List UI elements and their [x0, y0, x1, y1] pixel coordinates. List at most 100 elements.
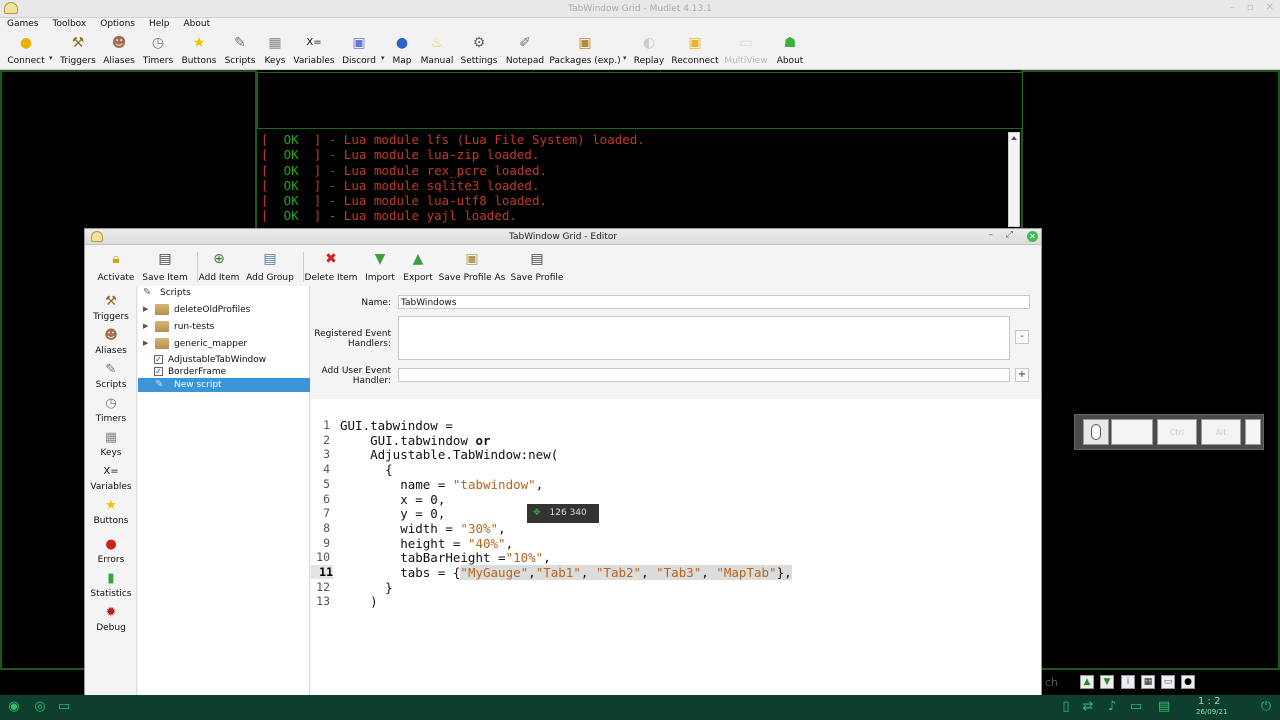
menu-toolbox[interactable]: Toolbox	[45, 18, 93, 32]
console-line: [ OK ] - Lua module lua-utf8 loaded.	[261, 193, 547, 209]
sidebar-item-statistics[interactable]: ▮ Statistics	[85, 571, 137, 599]
menu-help[interactable]: Help	[142, 18, 177, 32]
reconnect-icon: ▣	[688, 35, 702, 51]
add-item-icon: ⊕	[213, 251, 225, 267]
keyboard-key[interactable]	[1245, 419, 1261, 445]
menu-games[interactable]: Games	[0, 18, 45, 32]
settings-button[interactable]: ⚙ Settings	[453, 34, 505, 66]
expand-arrow-icon[interactable]: ▶	[143, 322, 148, 330]
notification-icon[interactable]: ▤	[1156, 699, 1172, 715]
tree-item[interactable]: ▶ run-tests	[138, 320, 310, 334]
console-scrollbar[interactable]	[1008, 132, 1020, 227]
alien-icon[interactable]: ●	[1181, 675, 1195, 689]
taskbar: ◉ ◎ ▭ ▯ ⇄ ♪ ▭ ▤ 1 : 2 26/09/21 ⏻	[0, 695, 1280, 720]
code-line: 9 height = "40%",	[323, 535, 514, 551]
close-icon[interactable]: ✕	[1266, 2, 1274, 13]
reconnect-button[interactable]: ▣ Reconnect	[669, 34, 721, 66]
window-icon[interactable]: ▭	[1161, 675, 1175, 689]
tree-root-scripts[interactable]: ✎ Scripts	[138, 286, 310, 300]
lock-icon: 🔒︎	[112, 251, 120, 267]
up-arrow-icon[interactable]: ▲	[1080, 675, 1094, 689]
keyboard-icon[interactable]: ▦	[1141, 675, 1155, 689]
down-arrow-icon[interactable]: ▼	[1100, 675, 1114, 689]
delete-icon: ✖	[325, 251, 337, 267]
keyboard-key[interactable]	[1111, 419, 1153, 445]
remove-handler-button[interactable]: -	[1015, 330, 1029, 344]
sidebar-item-scripts[interactable]: ✎ Scripts	[85, 362, 137, 390]
tree-item[interactable]: ▶ deleteOldProfiles	[138, 303, 310, 317]
network-icon[interactable]: ⇄	[1080, 699, 1096, 715]
search-fragment: ch	[1045, 676, 1059, 689]
name-field[interactable]: TabWindows	[398, 295, 1030, 309]
maximize-icon[interactable]: ▫	[1247, 2, 1254, 13]
date: 26/09/21	[1196, 708, 1228, 716]
sidebar-item-debug[interactable]: ✹ Debug	[85, 605, 137, 633]
notepad-icon: ✐	[519, 35, 531, 51]
menu-about[interactable]: About	[177, 18, 218, 32]
registered-handlers-list[interactable]	[398, 316, 1010, 360]
bulb-icon: ♨	[430, 35, 444, 51]
notepad-button[interactable]: ✐ Notepad	[499, 34, 551, 66]
about-button[interactable]: ☗ About	[764, 34, 816, 66]
mouse-icon[interactable]	[1083, 419, 1109, 445]
packages-button[interactable]: ▣ Packages (exp.)	[547, 34, 623, 66]
registered-handlers-label: Registered Event Handlers:	[314, 329, 391, 349]
terminal-icon[interactable]: ▭	[56, 699, 72, 715]
ctrl-key[interactable]: Ctrl	[1157, 419, 1197, 445]
add-user-event-input[interactable]	[398, 368, 1010, 382]
code-editor[interactable]: 1 GUI.tabwindow = 2 GUI.tabwindow or 3 Ad…	[311, 399, 1041, 720]
save-profile-button[interactable]: ▤ Save Profile	[502, 250, 572, 283]
battery-icon[interactable]: ▭	[1128, 699, 1144, 715]
save-profile-as-button[interactable]: ▣ Save Profile As	[437, 250, 507, 283]
console-line: [ OK ] - Lua module rex_pcre loaded.	[261, 162, 547, 178]
code-line: 6 x = 0,	[323, 491, 446, 507]
lightbulb-icon: ●	[19, 35, 33, 51]
sidebar-item-buttons[interactable]: ★ Buttons	[85, 498, 137, 526]
menu-options[interactable]: Options	[93, 18, 142, 32]
code-line: 12 }	[316, 579, 393, 595]
sidebar-item-errors[interactable]: ● Errors	[85, 537, 137, 565]
add-group-icon: ▤	[263, 251, 277, 267]
export-icon: ▲	[412, 251, 424, 267]
editor-titlebar[interactable]: TabWindow Grid - Editor – ⤢ ✕	[85, 229, 1041, 245]
expand-arrow-icon[interactable]: ▶	[143, 339, 148, 347]
console-line: [ OK ] - Lua module sqlite3 loaded.	[261, 177, 540, 193]
power-icon[interactable]: ⏻	[1258, 699, 1274, 715]
code-line: 10 tabBarHeight ="10%",	[316, 550, 551, 566]
scripts-icon: ✎	[234, 35, 246, 51]
maximize-icon[interactable]: ⤢	[1006, 230, 1013, 240]
sidebar-item-triggers[interactable]: ⚒ Triggers	[85, 294, 137, 322]
connect-button[interactable]: ● Connect	[0, 34, 52, 66]
checkbox-checked-icon[interactable]: ✓	[154, 355, 163, 364]
triggers-icon: ⚒	[105, 294, 117, 309]
add-handler-button[interactable]: +	[1015, 368, 1029, 382]
about-icon: ☗	[783, 35, 797, 51]
alt-key[interactable]: Alt	[1201, 419, 1241, 445]
sidebar-item-keys[interactable]: ▦ Keys	[85, 430, 137, 458]
info-icon[interactable]: i	[1121, 675, 1135, 689]
sidebar-item-timers[interactable]: ◷ Timers	[85, 396, 137, 424]
sidebar-item-variables[interactable]: X= Variables	[85, 464, 137, 492]
main-console[interactable]: [ OK ] - Lua module lfs (Lua File System…	[258, 131, 1020, 227]
minimize-icon[interactable]: –	[1230, 2, 1235, 13]
browser-icon[interactable]: ◎	[32, 699, 48, 715]
expand-arrow-icon[interactable]: ▶	[143, 305, 148, 313]
replay-button[interactable]: ◐ Replay	[623, 34, 675, 66]
clipboard-icon[interactable]: ▯	[1058, 699, 1074, 715]
minimize-icon[interactable]: –	[989, 230, 994, 240]
menu-bar: Games Toolbox Options Help About	[0, 18, 1280, 32]
add-user-event-label: Add User Event Handler:	[321, 366, 391, 386]
tree-item[interactable]: ▶ generic_mapper	[138, 337, 310, 351]
tree-item-selected[interactable]: ✎ New script	[138, 378, 310, 392]
start-menu-icon[interactable]: ◉	[6, 699, 22, 715]
checkbox-checked-icon[interactable]: ✓	[154, 367, 163, 376]
tree-item[interactable]: ✓ BorderFrame	[138, 365, 310, 379]
right-border-panel	[1021, 70, 1280, 670]
package-icon: ▣	[578, 35, 592, 51]
add-group-button[interactable]: ▤ Add Group	[235, 250, 305, 283]
volume-icon[interactable]: ♪	[1104, 699, 1120, 715]
code-line: 4 {	[323, 462, 393, 478]
close-icon[interactable]: ✕	[1027, 231, 1038, 242]
sidebar-item-aliases[interactable]: ☻ Aliases	[85, 328, 137, 356]
code-line: 8 width = "30%",	[323, 520, 506, 536]
